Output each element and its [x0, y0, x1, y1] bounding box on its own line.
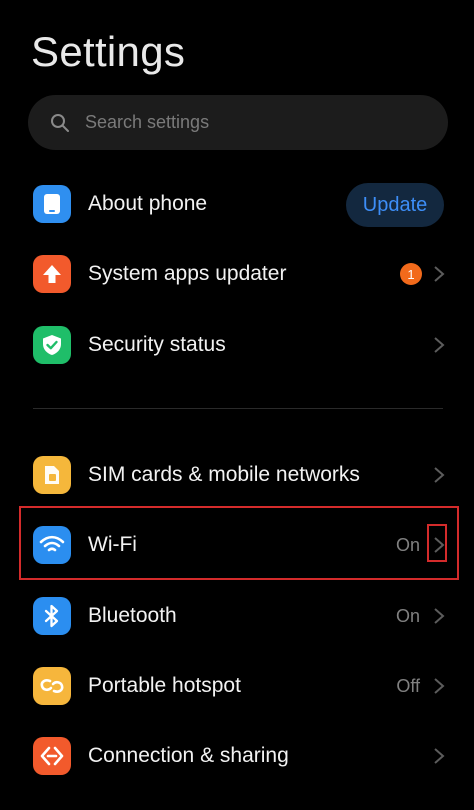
search-input[interactable]	[83, 111, 407, 134]
settings-item-security-status[interactable]: Security status	[0, 313, 474, 377]
sim-card-icon	[33, 456, 71, 494]
chevron-right-icon	[433, 677, 445, 695]
arrow-up-icon	[33, 255, 71, 293]
chevron-right-icon	[433, 747, 445, 765]
settings-item-label: About phone	[88, 192, 208, 215]
status-value: Off	[396, 675, 420, 696]
settings-item-label: Bluetooth	[88, 604, 177, 627]
hotspot-link-icon	[33, 667, 71, 705]
chevron-right-icon[interactable]	[433, 536, 445, 554]
chevron-right-icon	[433, 466, 445, 484]
bluetooth-icon	[33, 597, 71, 635]
status-value: On	[395, 605, 420, 626]
search-icon	[50, 113, 70, 133]
settings-item-connection-sharing[interactable]: Connection & sharing	[0, 724, 474, 788]
search-bar[interactable]	[28, 95, 448, 150]
settings-item-system-apps-updater[interactable]: System apps updater 1	[0, 242, 474, 306]
chevron-right-icon	[433, 607, 445, 625]
chevron-right-icon	[433, 265, 445, 283]
section-divider	[33, 408, 443, 409]
notification-badge: 1	[400, 263, 422, 285]
settings-item-label: Security status	[88, 333, 226, 356]
settings-item-label: Wi-Fi	[88, 533, 137, 556]
settings-item-about-phone[interactable]: About phone Update	[0, 172, 474, 236]
connection-sharing-icon	[33, 737, 71, 775]
shield-check-icon	[33, 326, 71, 364]
settings-item-label: Connection & sharing	[88, 744, 289, 767]
settings-item-portable-hotspot[interactable]: Portable hotspot Off	[0, 654, 474, 718]
update-button[interactable]: Update	[346, 183, 444, 227]
chevron-right-icon	[433, 336, 445, 354]
settings-item-label: SIM cards & mobile networks	[88, 463, 360, 486]
page-title: Settings	[31, 28, 186, 75]
settings-item-bluetooth[interactable]: Bluetooth On	[0, 584, 474, 648]
settings-item-label: System apps updater	[88, 262, 287, 285]
phone-icon	[33, 185, 71, 223]
wifi-icon	[33, 526, 71, 564]
settings-item-label: Portable hotspot	[88, 674, 241, 697]
status-value: On	[395, 534, 420, 555]
settings-item-wifi[interactable]: Wi-Fi On	[0, 513, 474, 577]
settings-item-sim-cards[interactable]: SIM cards & mobile networks	[0, 443, 474, 507]
